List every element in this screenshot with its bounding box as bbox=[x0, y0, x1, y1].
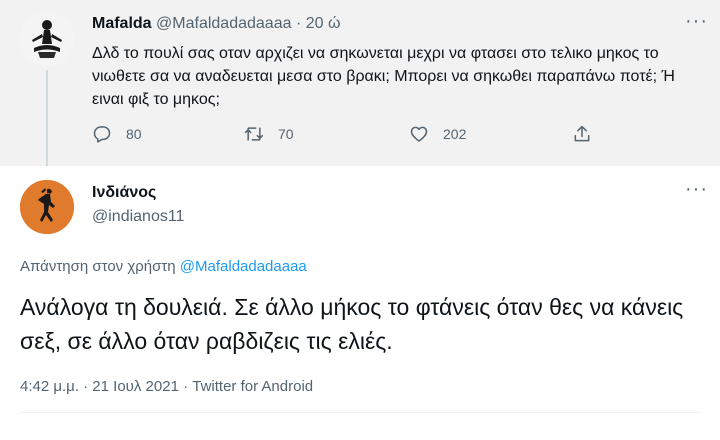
more-horizontal-icon: ··· bbox=[685, 10, 708, 32]
reply-context-label: Απάντηση στον χρήστη bbox=[20, 258, 176, 275]
retweet-button[interactable]: 70 bbox=[244, 124, 294, 144]
like-count: 202 bbox=[443, 126, 467, 142]
like-button[interactable]: 202 bbox=[409, 124, 466, 144]
tweet-timestamp[interactable]: 4:42 μ.μ. · 21 Ιουλ 2021 · Twitter for A… bbox=[20, 378, 313, 395]
tweet-text: Ανάλογα τη δουλειά. Σε άλλο μήκος το φτά… bbox=[20, 294, 684, 354]
separator-dot: · bbox=[295, 15, 302, 32]
tweet-time[interactable]: 20 ώ bbox=[306, 15, 341, 32]
user-handle[interactable]: @indianos11 bbox=[92, 208, 184, 226]
reply-count: 80 bbox=[126, 126, 142, 142]
avatar[interactable] bbox=[20, 12, 74, 66]
more-horizontal-icon: ··· bbox=[685, 178, 708, 200]
thread-line bbox=[46, 70, 48, 166]
mention-link[interactable]: @Mafaldadadaaaa bbox=[180, 258, 307, 275]
reply-icon bbox=[93, 126, 111, 143]
heart-icon bbox=[410, 126, 428, 142]
display-name[interactable]: Mafalda bbox=[92, 15, 152, 32]
person-sitting-silhouette-icon bbox=[20, 12, 74, 66]
avatar[interactable] bbox=[20, 180, 74, 234]
parent-tweet-header: Mafalda @Mafaldadadaaaa · 20 ώ bbox=[92, 15, 340, 33]
reply-context: Απάντηση στον χρήστη @Mafaldadadaaaa bbox=[20, 258, 307, 275]
tweet-actions: 80 70 202 bbox=[92, 124, 612, 154]
kokopelli-figure-icon bbox=[20, 180, 74, 234]
more-options-button[interactable]: ··· bbox=[685, 10, 708, 33]
reply-button[interactable]: 80 bbox=[92, 124, 142, 144]
divider bbox=[20, 412, 700, 413]
tweet-text: Δλδ το πουλί σας οταν αρχιζει να σηκωνετ… bbox=[92, 45, 675, 108]
more-options-button[interactable]: ··· bbox=[685, 178, 708, 201]
display-name[interactable]: Ινδιάνος bbox=[92, 184, 156, 202]
parent-tweet[interactable]: Mafalda @Mafaldadadaaaa · 20 ώ ··· Δλδ τ… bbox=[0, 0, 720, 166]
main-tweet: Ινδιάνος @indianos11 ··· Απάντηση στον χ… bbox=[0, 166, 720, 440]
retweet-count: 70 bbox=[278, 126, 294, 142]
retweet-icon bbox=[244, 127, 264, 141]
user-handle[interactable]: @Mafaldadadaaaa bbox=[156, 15, 291, 32]
share-icon bbox=[574, 125, 590, 142]
share-button[interactable] bbox=[572, 124, 606, 144]
